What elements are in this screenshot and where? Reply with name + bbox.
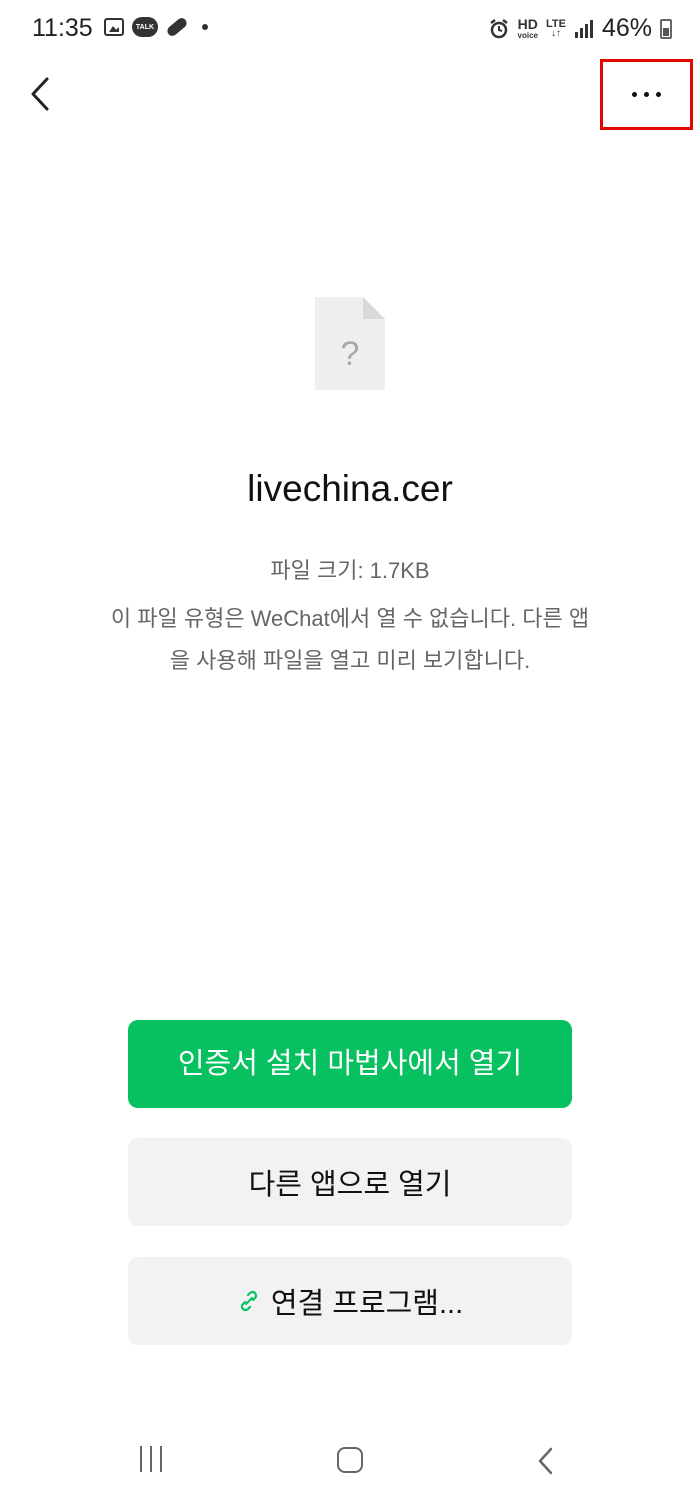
- open-with-other-app-button[interactable]: 다른 앱으로 열기: [128, 1138, 572, 1226]
- more-dots-icon: [632, 92, 661, 97]
- alarm-icon: [489, 18, 508, 38]
- voice-label: voice: [517, 31, 538, 40]
- open-with-program-label: 연결 프로그램...: [270, 1288, 464, 1320]
- link-icon: [240, 1290, 257, 1312]
- status-time: 11:35: [32, 14, 93, 42]
- home-button[interactable]: [337, 1447, 363, 1473]
- gallery-icon: [104, 18, 124, 36]
- pill-icon: [165, 16, 189, 38]
- unknown-file-icon: ?: [315, 297, 385, 390]
- battery-icon: [660, 18, 672, 39]
- open-with-program-button[interactable]: 연결 프로그램...: [128, 1257, 572, 1345]
- kakaotalk-icon: TALK: [132, 17, 158, 37]
- open-in-certificate-wizard-label: 인증서 설치 마법사에서 열기: [177, 1048, 523, 1080]
- lte-icon: LTE ↓↑: [545, 17, 566, 39]
- system-navigation-bar: [0, 1420, 700, 1501]
- system-icons: HD voice LTE ↓↑ 46%: [488, 14, 672, 43]
- svg-text:?: ?: [341, 335, 360, 373]
- open-in-certificate-wizard-button[interactable]: 인증서 설치 마법사에서 열기: [128, 1020, 572, 1108]
- hd-label: HD: [517, 16, 538, 32]
- open-with-other-app-label: 다른 앱으로 열기: [248, 1169, 452, 1201]
- recents-button[interactable]: [140, 1446, 162, 1472]
- more-options-button[interactable]: [600, 59, 693, 130]
- more-notifications-dot-icon: [202, 24, 208, 30]
- file-description: 이 파일 유형은 WeChat에서 열 수 없습니다. 다른 앱을 사용해 파일…: [110, 606, 590, 673]
- system-back-icon: [538, 1447, 553, 1475]
- status-bar: 11:35 TALK HD voice LTE ↓↑ 46%: [0, 0, 700, 62]
- hd-voice-icon: HD voice: [518, 17, 538, 40]
- kakaotalk-label: TALK: [135, 23, 155, 31]
- lte-label: LTE: [545, 17, 566, 30]
- battery-percent: 46%: [601, 14, 652, 42]
- file-name: livechina.cer: [247, 468, 453, 509]
- chevron-left-icon: [31, 77, 49, 111]
- back-button[interactable]: [20, 70, 60, 118]
- file-size: 파일 크기: 1.7KB: [270, 558, 430, 583]
- notification-icons: TALK: [104, 16, 208, 38]
- signal-icon: [574, 19, 593, 38]
- system-back-button[interactable]: [536, 1446, 556, 1481]
